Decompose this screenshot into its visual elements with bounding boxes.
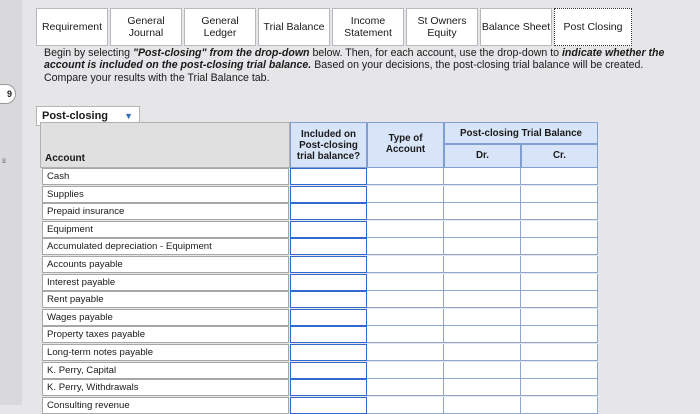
type-of-account-cell[interactable]: [367, 308, 444, 326]
tab-bar: Requirement General Journal General Ledg…: [36, 8, 632, 48]
tab-trial-balance[interactable]: Trial Balance: [258, 8, 330, 46]
included-column-header: Included on Post-closing trial balance?: [290, 122, 367, 168]
included-dropdown-cell[interactable]: [290, 273, 367, 291]
debit-cell[interactable]: [444, 256, 521, 273]
account-row-label: Long-term notes payable: [42, 344, 289, 361]
included-dropdown-cell[interactable]: [290, 256, 367, 273]
account-header-cell: Account: [40, 122, 290, 168]
credit-cell[interactable]: [521, 379, 598, 397]
included-dropdown-cell[interactable]: [290, 168, 367, 185]
credit-cell[interactable]: [521, 308, 598, 326]
type-of-account-cell[interactable]: [367, 256, 444, 273]
credit-cell[interactable]: [521, 238, 598, 256]
cr-column-header: Cr.: [521, 144, 598, 168]
instruction-text-2: below. Then, for each account, use the d…: [309, 47, 562, 59]
account-row-label: Cash: [42, 168, 289, 185]
instruction-emphasis-1: "Post-closing" from the drop-down: [132, 47, 310, 59]
type-of-account-cell[interactable]: [367, 344, 444, 361]
debit-cell[interactable]: [444, 361, 521, 379]
debit-cell[interactable]: [444, 238, 521, 256]
debit-cell[interactable]: [444, 185, 521, 203]
credit-cell[interactable]: [521, 273, 598, 291]
account-row-label: Prepaid insurance: [42, 203, 289, 221]
account-row-label: K. Perry, Capital: [42, 361, 289, 379]
included-dropdown-cell[interactable]: [290, 220, 367, 238]
type-of-account-cell[interactable]: [367, 238, 444, 256]
type-of-account-cell[interactable]: [367, 379, 444, 397]
debit-cell[interactable]: [444, 273, 521, 291]
type-of-account-cell[interactable]: [367, 291, 444, 309]
left-gutter: [0, 0, 22, 405]
type-of-account-cell[interactable]: [367, 396, 444, 414]
type-of-account-cell[interactable]: [367, 185, 444, 203]
debit-cell[interactable]: [444, 344, 521, 361]
debit-cell[interactable]: [444, 396, 521, 414]
tab-st-owners-equity[interactable]: St Owners Equity: [406, 8, 478, 46]
account-row-label: K. Perry, Withdrawals: [42, 379, 289, 397]
debit-cell[interactable]: [444, 203, 521, 221]
tab-post-closing[interactable]: Post Closing: [554, 8, 632, 46]
type-column-header: Type of Account: [367, 122, 444, 168]
credit-cell[interactable]: [521, 203, 598, 221]
credit-cell[interactable]: [521, 361, 598, 379]
included-dropdown-cell[interactable]: [290, 361, 367, 379]
credit-cell[interactable]: [521, 168, 598, 185]
included-dropdown-cell[interactable]: [290, 291, 367, 309]
account-row-label: Consulting revenue: [42, 396, 289, 414]
type-of-account-cell[interactable]: [367, 168, 444, 185]
included-dropdown-cell[interactable]: [290, 379, 367, 397]
credit-cell[interactable]: [521, 220, 598, 238]
included-dropdown-cell[interactable]: [290, 396, 367, 414]
type-of-account-cell[interactable]: [367, 273, 444, 291]
instruction-text-1: Begin by selecting: [44, 47, 133, 59]
statement-select-value: Post-closing: [42, 110, 109, 122]
credit-cell[interactable]: [521, 344, 598, 361]
account-row-label: Accounts payable: [42, 256, 289, 273]
included-dropdown-cell[interactable]: [290, 238, 367, 256]
included-dropdown-cell[interactable]: [290, 203, 367, 221]
side-mark: s: [2, 156, 6, 165]
tab-income-statement[interactable]: Income Statement: [332, 8, 404, 46]
account-row-label: Rent payable: [42, 291, 289, 309]
account-row-label: Accumulated depreciation - Equipment: [42, 238, 289, 256]
account-row-label: Supplies: [42, 185, 289, 203]
instructions: Begin by selecting "Post-closing" from t…: [44, 47, 680, 84]
credit-cell[interactable]: [521, 291, 598, 309]
included-dropdown-cell[interactable]: [290, 326, 367, 344]
account-row-label: Interest payable: [42, 273, 289, 291]
account-row-label: Equipment: [42, 220, 289, 238]
debit-cell[interactable]: [444, 168, 521, 185]
type-of-account-cell[interactable]: [367, 203, 444, 221]
debit-cell[interactable]: [444, 220, 521, 238]
type-of-account-cell[interactable]: [367, 361, 444, 379]
tab-requirement[interactable]: Requirement: [36, 8, 108, 46]
credit-cell[interactable]: [521, 326, 598, 344]
included-dropdown-cell[interactable]: [290, 344, 367, 361]
account-row-label: Property taxes payable: [42, 326, 289, 344]
debit-cell[interactable]: [444, 379, 521, 397]
credit-cell[interactable]: [521, 185, 598, 203]
included-dropdown-cell[interactable]: [290, 308, 367, 326]
account-row-label: Wages payable: [42, 308, 289, 326]
type-of-account-cell[interactable]: [367, 220, 444, 238]
account-column-header: Account: [45, 153, 85, 164]
tab-balance-sheet[interactable]: Balance Sheet: [480, 8, 552, 46]
debit-cell[interactable]: [444, 308, 521, 326]
tab-general-ledger[interactable]: General Ledger: [184, 8, 256, 46]
dr-column-header: Dr.: [444, 144, 521, 168]
included-dropdown-cell[interactable]: [290, 185, 367, 203]
tab-general-journal[interactable]: General Journal: [110, 8, 182, 46]
debit-cell[interactable]: [444, 291, 521, 309]
credit-cell[interactable]: [521, 396, 598, 414]
debit-cell[interactable]: [444, 326, 521, 344]
credit-cell[interactable]: [521, 256, 598, 273]
ptb-column-header: Post-closing Trial Balance: [444, 122, 598, 144]
type-of-account-cell[interactable]: [367, 326, 444, 344]
